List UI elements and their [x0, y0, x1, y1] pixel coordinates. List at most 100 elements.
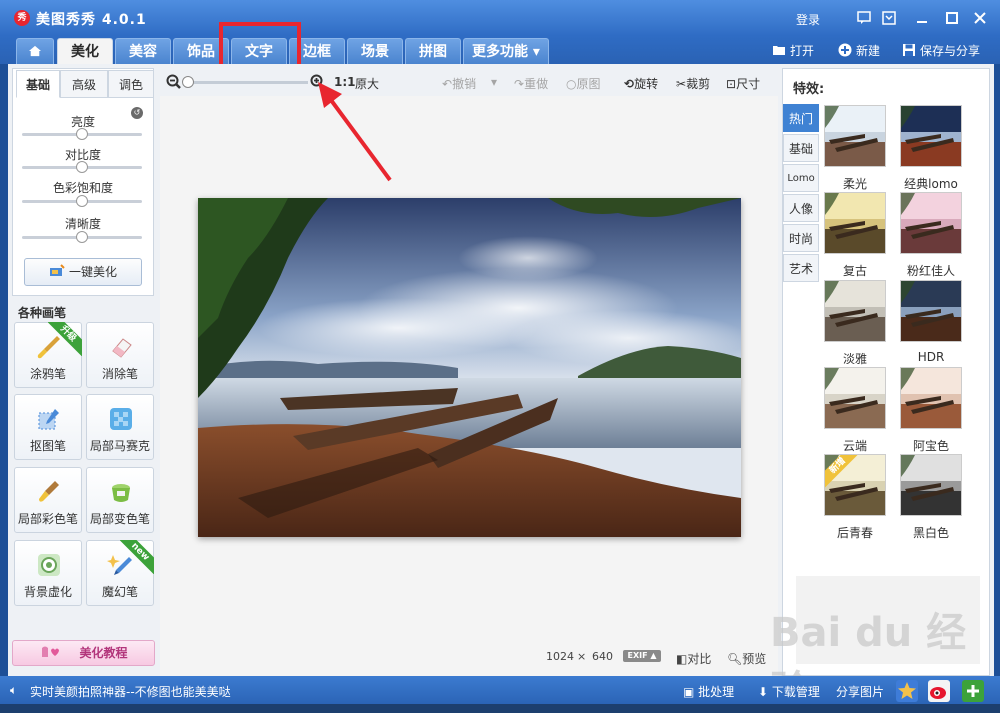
exif-button[interactable]: EXIF ▲ — [623, 650, 661, 662]
home-icon — [29, 45, 41, 57]
rotate-button[interactable]: ⟲旋转 — [624, 75, 658, 92]
effect-pink-lady-label: 粉红佳人 — [906, 264, 955, 278]
image-size-separator: × — [577, 650, 587, 663]
slider-thumb-saturation[interactable] — [76, 195, 88, 207]
effect-classic-lomo-thumb[interactable] — [900, 105, 962, 167]
effect-tab-lomo[interactable]: Lomo — [783, 164, 819, 192]
tutorial-button[interactable]: 美化教程 — [12, 640, 155, 666]
slider-thumb-sharpness[interactable] — [76, 231, 88, 243]
effect-soft-light-thumb[interactable] — [824, 105, 886, 167]
app-logo: 秀 — [14, 10, 30, 26]
circle-icon: ○ — [566, 77, 577, 91]
weibo-icon[interactable] — [928, 680, 950, 702]
download-manager-button[interactable]: ⬇ 下载管理 — [758, 683, 820, 700]
tab-home[interactable] — [16, 38, 54, 64]
effect-elegant-label: 淡雅 — [842, 352, 867, 366]
status-promo-text[interactable]: 实时美颜拍照神器--不修图也能美美哒 — [30, 683, 231, 700]
save-share-button[interactable]: 保存与分享 — [902, 42, 980, 59]
effect-abao-thumb[interactable] — [900, 367, 962, 429]
close-icon[interactable] — [972, 10, 988, 26]
brush-eraser[interactable]: 消除笔 — [86, 322, 154, 388]
effect-tab-hot[interactable]: 热门 — [783, 104, 819, 132]
effect-tab-portrait[interactable]: 人像 — [783, 194, 819, 222]
minimize-icon[interactable] — [914, 10, 930, 26]
undo-icon: ↶ — [442, 77, 453, 91]
magic-wand-icon — [49, 264, 65, 276]
plus-circle-icon — [838, 43, 852, 57]
title-bar: 秀 美图秀秀 4.0.1 登录 — [0, 0, 1000, 36]
tab-beautify[interactable]: 美化 — [57, 38, 113, 64]
zoom-slider-thumb[interactable] — [182, 76, 194, 88]
zoom-out-icon[interactable] — [166, 74, 182, 90]
original-image-button[interactable]: ○原图 — [566, 75, 601, 92]
effect-pink-lady-thumb[interactable] — [900, 192, 962, 254]
effect-black-white-thumb[interactable] — [900, 454, 962, 516]
share-image-label: 分享图片 — [836, 685, 885, 699]
tab-more[interactable]: 更多功能 ▾ — [463, 38, 549, 64]
redo-button[interactable]: ↷重做 — [514, 75, 548, 92]
compare-icon: ◧ — [676, 652, 688, 666]
brush-background-blur[interactable]: 背景虚化 — [14, 540, 82, 606]
tab-beauty[interactable]: 美容 — [115, 38, 171, 64]
effect-hdr-thumb[interactable] — [900, 280, 962, 342]
undo-dropdown[interactable]: ▾ — [491, 75, 497, 89]
os-taskbar — [0, 704, 1000, 713]
qq-zone-icon[interactable] — [896, 680, 918, 702]
brush-doodle[interactable]: 涂鸦笔 升级 — [14, 322, 82, 388]
effect-vintage-label: 复古 — [842, 264, 867, 278]
undo-button[interactable]: ↶撤销 — [442, 75, 476, 92]
preview-button[interactable]: 🔍︎预览 — [727, 650, 766, 667]
brush-cutout[interactable]: 抠图笔 — [14, 394, 82, 460]
chat-icon[interactable] — [856, 10, 872, 26]
tab-collage[interactable]: 拼图 — [405, 38, 461, 64]
status-bar: 🔈︎ 实时美颜拍照神器--不修图也能美美哒 ▣ 批处理 ⬇ 下载管理 分享图片 — [0, 676, 1000, 704]
login-link[interactable]: 登录 — [796, 11, 820, 28]
scissors-icon: ✂ — [676, 77, 687, 91]
batch-button[interactable]: ▣ 批处理 — [683, 683, 734, 700]
effect-tab-fashion[interactable]: 时尚 — [783, 224, 819, 252]
effect-tab-art[interactable]: 艺术 — [783, 254, 819, 282]
blur-icon — [38, 554, 60, 576]
maximize-icon[interactable] — [944, 10, 960, 26]
brush-magic[interactable]: 魔幻笔 new — [86, 540, 154, 606]
batch-icon: ▣ — [683, 685, 699, 699]
crop-button[interactable]: ✂裁剪 — [676, 75, 710, 92]
effect-tab-basic[interactable]: 基础 — [783, 134, 819, 162]
slider-thumb-brightness[interactable] — [76, 128, 88, 140]
eraser-icon — [112, 338, 132, 358]
open-button[interactable]: 打开 — [772, 42, 814, 59]
effect-vintage-thumb[interactable] — [824, 192, 886, 254]
resize-button[interactable]: ⊡尺寸 — [726, 75, 760, 92]
effects-title: 特效: — [793, 82, 825, 97]
subtab-color[interactable]: 调色 — [108, 70, 154, 98]
brush-local-recolor[interactable]: 局部变色笔 — [86, 467, 154, 533]
one-key-beautify-button[interactable]: 一键美化 — [24, 258, 142, 286]
effect-cloud-thumb[interactable] — [824, 367, 886, 429]
effect-youth-label: 后青春 — [836, 526, 873, 540]
main-tab-bar: 美化 美容 饰品 文字 边框 场景 拼图 更多功能 ▾ 打开 新建 保存与分享 — [0, 36, 1000, 64]
subtab-advanced[interactable]: 高级 — [60, 70, 108, 98]
tab-scene[interactable]: 场景 — [347, 38, 403, 64]
subtab-basic[interactable]: 基础 — [16, 70, 60, 98]
effect-elegant-thumb[interactable] — [824, 280, 886, 342]
slider-thumb-contrast[interactable] — [76, 161, 88, 173]
zoom-slider[interactable] — [186, 81, 308, 84]
effect-classic-lomo-label: 经典lomo — [904, 177, 958, 191]
skin-icon[interactable] — [881, 10, 897, 26]
new-button[interactable]: 新建 — [838, 42, 880, 59]
paint-bucket-icon — [112, 484, 130, 502]
hand-heart-icon — [42, 646, 60, 657]
effect-hdr-label: HDR — [917, 350, 945, 364]
compare-button[interactable]: ◧对比 — [676, 650, 711, 667]
photo-canvas[interactable] — [198, 198, 741, 537]
new-ribbon: new — [120, 540, 154, 574]
slider-label-sharpness: 清晰度 — [64, 217, 101, 231]
add-share-icon[interactable] — [962, 680, 984, 702]
resize-icon: ⊡ — [726, 77, 737, 91]
brush-local-color[interactable]: 局部彩色笔 — [14, 467, 82, 533]
brush-mosaic[interactable]: 局部马赛克 — [86, 394, 154, 460]
app-title: 美图秀秀 4.0.1 — [36, 12, 147, 28]
lake-boats-photo — [198, 198, 741, 537]
effect-youth-thumb[interactable]: 新增 — [824, 454, 886, 516]
effect-abao-label: 阿宝色 — [912, 439, 949, 453]
